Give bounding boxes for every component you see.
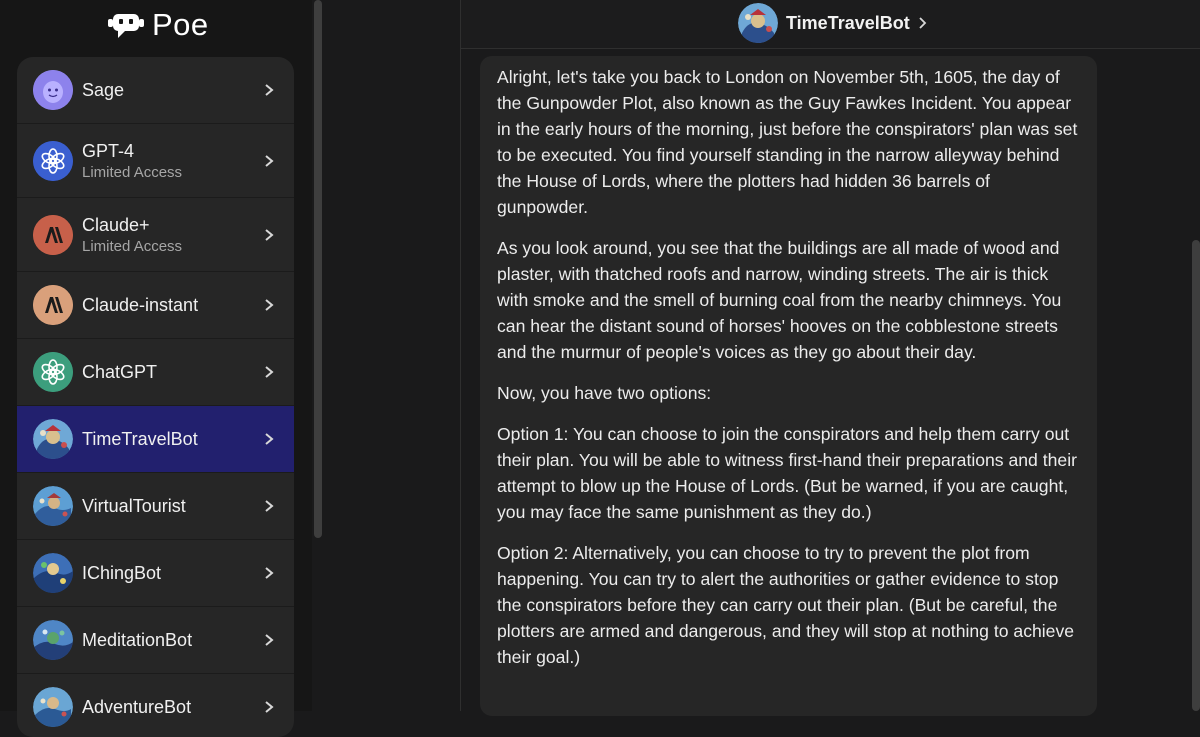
chevron-right-icon: [265, 433, 274, 445]
poe-logo[interactable]: Poe: [108, 6, 209, 44]
sidebar-item-claude-plus[interactable]: Claude+ Limited Access: [17, 198, 294, 272]
message-paragraph: Option 1: You can choose to join the con…: [497, 424, 1077, 522]
bot-name: Sage: [82, 79, 125, 100]
openai-icon: [33, 352, 73, 392]
sidebar-scrollbar[interactable]: [314, 0, 322, 538]
chevron-right-icon: [265, 154, 274, 167]
chevron-right-icon: [265, 500, 274, 512]
chevron-right-icon: [265, 366, 274, 378]
bot-subtitle: Limited Access: [82, 237, 183, 255]
message-paragraph: As you look around, you see that the bui…: [497, 238, 1062, 362]
message-paragraph: Now, you have two options:: [497, 383, 712, 403]
divider: [460, 0, 461, 711]
bot-name: IChingBot: [82, 562, 162, 583]
sidebar-item-ichingbot[interactable]: IChingBot: [17, 540, 294, 607]
sidebar: Poe Sage GPT-4 Limited Access Claude+ Li…: [0, 0, 312, 737]
bot-info-link[interactable]: TimeTravelBot: [738, 3, 928, 43]
chevron-right-icon: [265, 567, 274, 579]
timetravel-avatar-icon: [738, 3, 778, 43]
sidebar-item-gpt-4[interactable]: GPT-4 Limited Access: [17, 124, 294, 198]
bot-message[interactable]: Alright, let's take you back to London o…: [480, 56, 1097, 716]
chevron-right-icon: [265, 299, 274, 311]
chat-header: TimeTravelBot: [461, 0, 1200, 49]
chat-scrollbar[interactable]: [1192, 240, 1200, 711]
anthropic-icon: [33, 285, 73, 325]
bot-name: ChatGPT: [82, 361, 158, 382]
chevron-right-icon: [265, 634, 274, 646]
sidebar-item-claude-instant[interactable]: Claude-instant: [17, 272, 294, 339]
openai-icon: [33, 140, 73, 181]
logo-text: Poe: [152, 7, 209, 42]
sidebar-item-chatgpt[interactable]: ChatGPT: [17, 339, 294, 406]
chevron-right-icon: [265, 84, 274, 96]
message-paragraph: Option 2: Alternatively, you can choose …: [497, 543, 1075, 667]
bot-name: AdventureBot: [82, 696, 192, 717]
virtualtourist-avatar-icon: [33, 486, 73, 526]
chat-title: TimeTravelBot: [786, 12, 910, 33]
sidebar-item-virtualtourist[interactable]: VirtualTourist: [17, 473, 294, 540]
sage-avatar-icon: [33, 70, 73, 110]
bot-name: Claude+: [82, 214, 150, 235]
message-paragraph: Alright, let's take you back to London o…: [497, 67, 1078, 217]
sidebar-item-sage[interactable]: Sage: [17, 57, 294, 124]
chevron-right-icon: [265, 701, 274, 713]
anthropic-icon: [33, 214, 73, 255]
bot-subtitle: Limited Access: [82, 163, 183, 181]
bot-name: VirtualTourist: [82, 495, 186, 516]
chevron-right-icon: [919, 17, 926, 29]
bot-list: Sage GPT-4 Limited Access Claude+ Limite…: [17, 57, 294, 737]
bot-name: GPT-4: [82, 140, 135, 161]
chevron-right-icon: [265, 228, 274, 241]
timetravel-avatar-icon: [33, 419, 73, 459]
bot-name: TimeTravelBot: [82, 428, 198, 449]
poe-logo-icon: [108, 14, 144, 38]
sidebar-item-adventurebot[interactable]: AdventureBot: [17, 674, 294, 737]
sidebar-item-meditationbot[interactable]: MeditationBot: [17, 607, 294, 674]
sidebar-item-timetravelbot[interactable]: TimeTravelBot: [17, 406, 294, 473]
bot-name: MeditationBot: [82, 629, 193, 650]
adventure-avatar-icon: [33, 687, 73, 727]
meditation-avatar-icon: [33, 620, 73, 660]
iching-avatar-icon: [33, 553, 73, 593]
bot-name: Claude-instant: [82, 294, 199, 315]
